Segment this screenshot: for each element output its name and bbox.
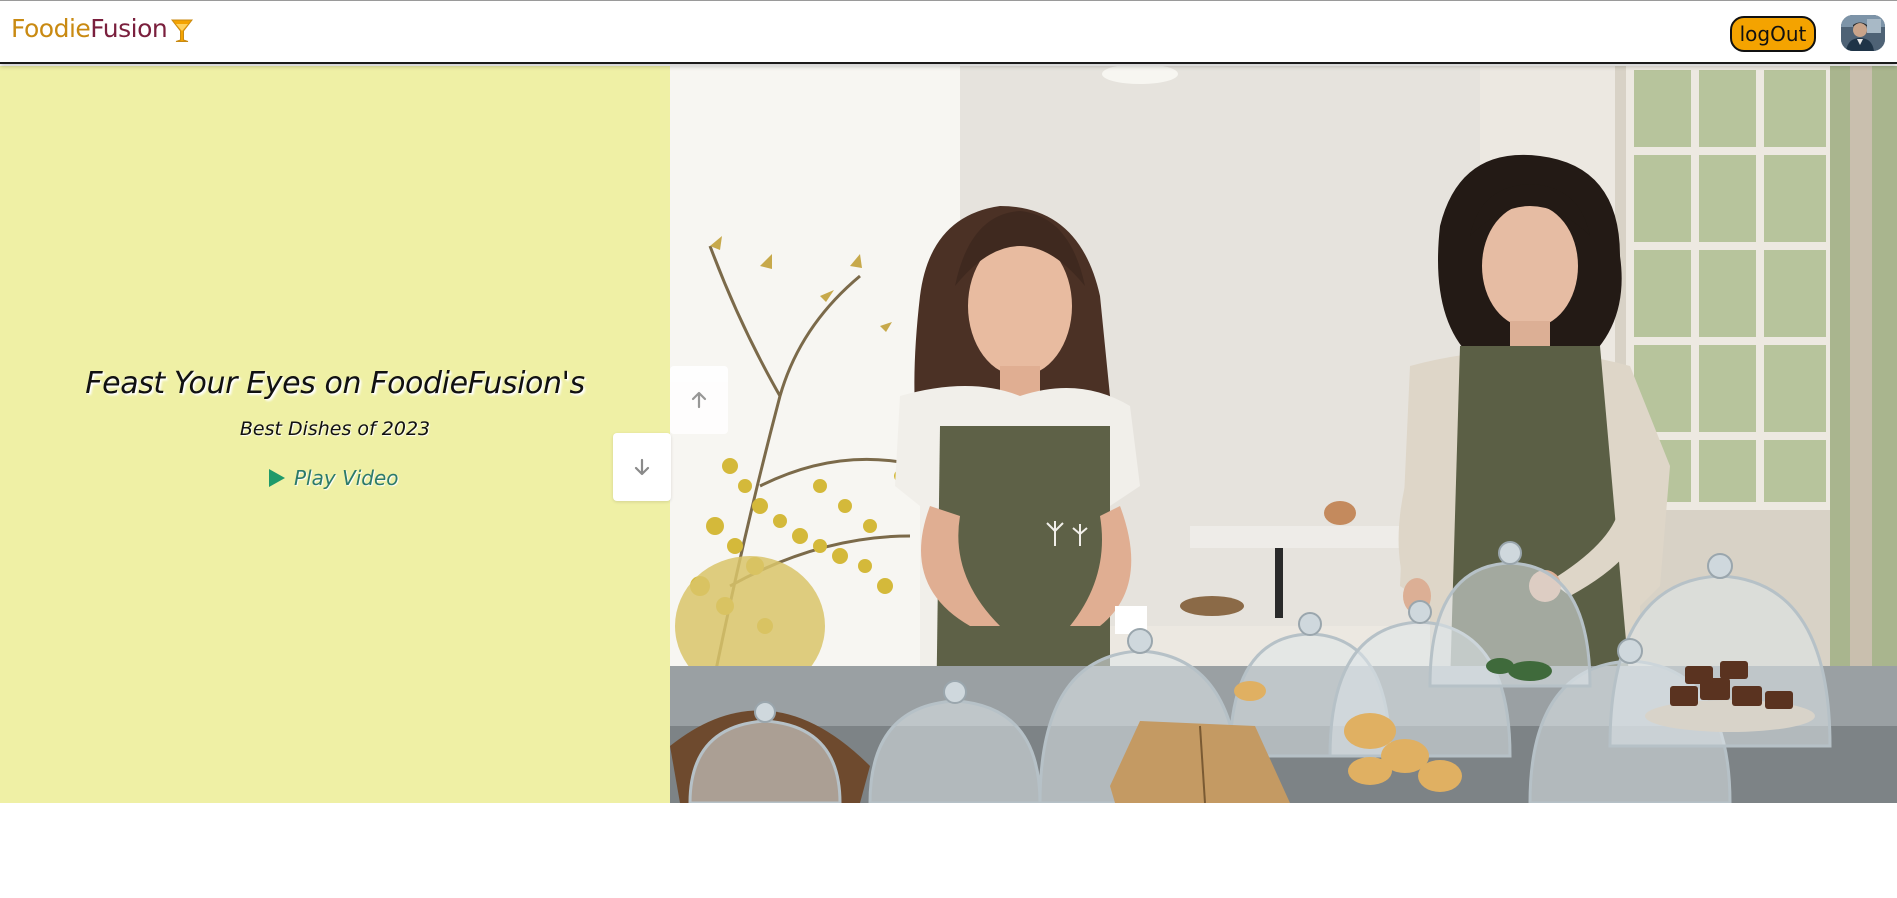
arrow-down-icon xyxy=(634,458,650,476)
scroll-up-button[interactable] xyxy=(670,366,728,434)
user-avatar[interactable] xyxy=(1841,15,1885,51)
hero-title: Feast Your Eyes on FoodieFusion's xyxy=(85,366,585,401)
hero-section: Feast Your Eyes on FoodieFusion's Best D… xyxy=(0,66,1897,803)
bakery-scene-image xyxy=(670,66,1897,803)
logout-button[interactable]: logOut xyxy=(1730,16,1816,52)
cocktail-glass-icon xyxy=(171,19,194,42)
play-video-label: Play Video xyxy=(294,466,399,490)
brand-logo[interactable]: Foodie Fusion xyxy=(11,14,195,44)
play-video-button[interactable]: Play Video xyxy=(268,466,399,490)
play-icon xyxy=(269,469,285,487)
logo-text-foodie: Foodie xyxy=(11,14,91,43)
avatar-photo xyxy=(1841,15,1885,51)
hero-photo xyxy=(670,66,1897,803)
scroll-down-button[interactable] xyxy=(613,433,671,501)
arrow-up-icon xyxy=(691,391,707,409)
hero-subtitle: Best Dishes of 2023 xyxy=(239,418,431,440)
hero-text-panel: Feast Your Eyes on FoodieFusion's Best D… xyxy=(0,66,670,803)
top-navbar: Foodie Fusion logOut xyxy=(0,0,1897,64)
logo-text-fusion: Fusion xyxy=(90,14,168,43)
